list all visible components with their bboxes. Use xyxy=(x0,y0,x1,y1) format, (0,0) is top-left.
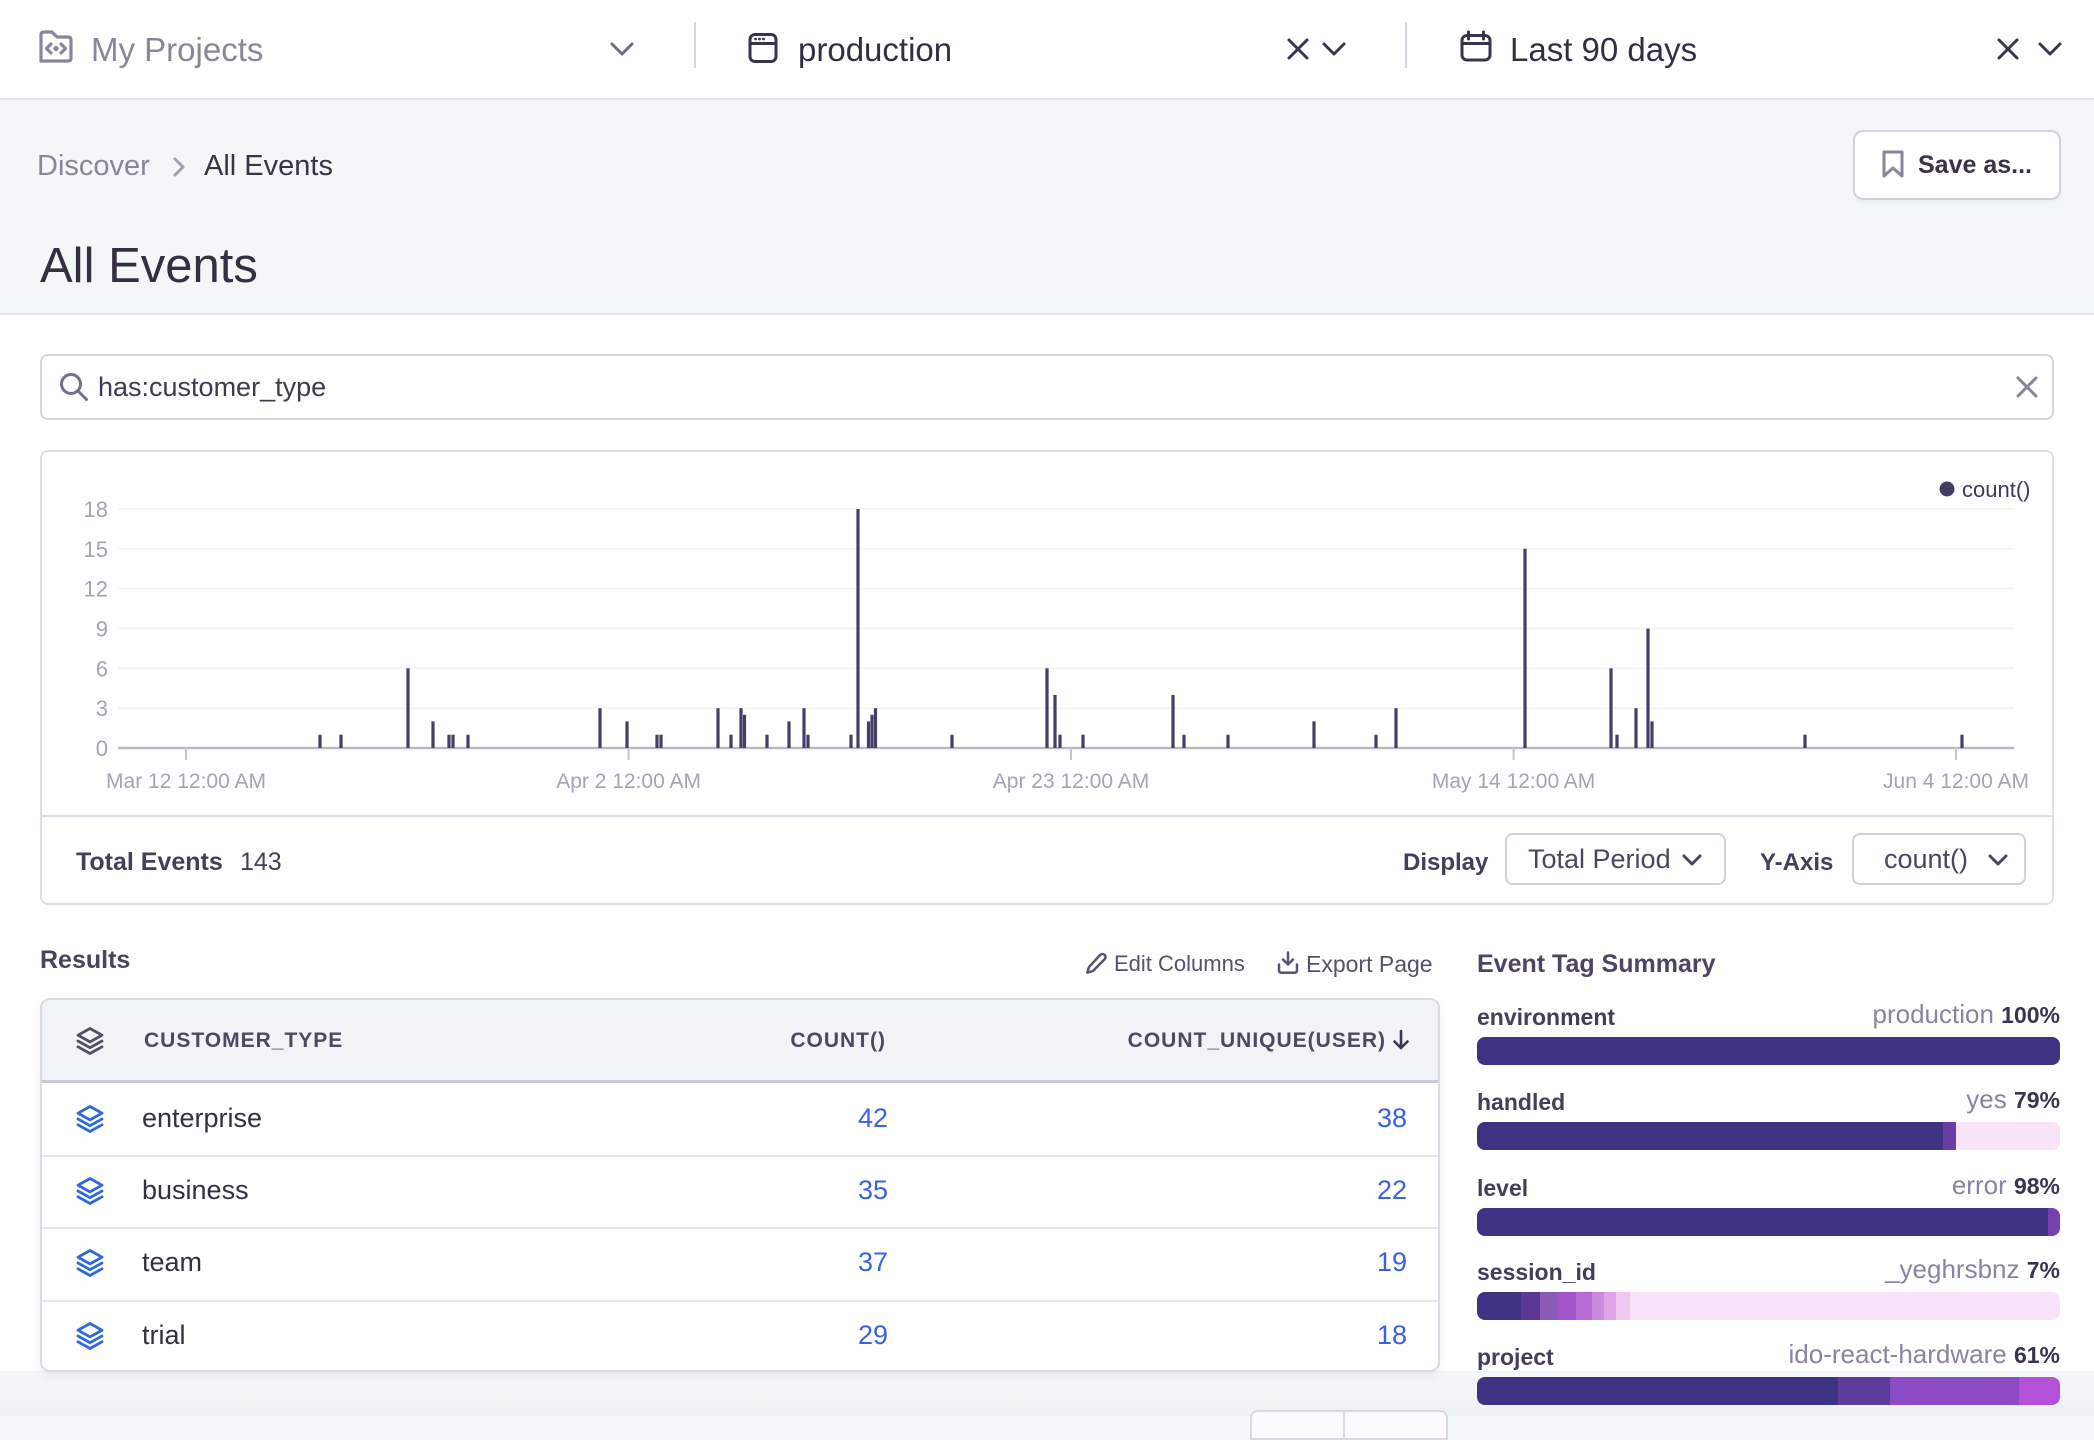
svg-text:3: 3 xyxy=(96,696,108,721)
svg-text:Jun 4 12:00 AM: Jun 4 12:00 AM xyxy=(1883,770,2029,793)
svg-text:0: 0 xyxy=(96,736,108,761)
svg-text:Mar 12 12:00 AM: Mar 12 12:00 AM xyxy=(106,770,266,793)
svg-text:Apr 2 12:00 AM: Apr 2 12:00 AM xyxy=(556,770,701,793)
svg-text:12: 12 xyxy=(84,577,108,602)
svg-text:6: 6 xyxy=(96,656,108,681)
svg-text:May 14 12:00 AM: May 14 12:00 AM xyxy=(1432,770,1595,793)
svg-text:18: 18 xyxy=(84,497,108,522)
svg-text:count(): count() xyxy=(1962,477,2030,502)
svg-text:15: 15 xyxy=(84,537,108,562)
svg-text:9: 9 xyxy=(96,617,108,642)
svg-text:Apr 23 12:00 AM: Apr 23 12:00 AM xyxy=(993,770,1149,793)
